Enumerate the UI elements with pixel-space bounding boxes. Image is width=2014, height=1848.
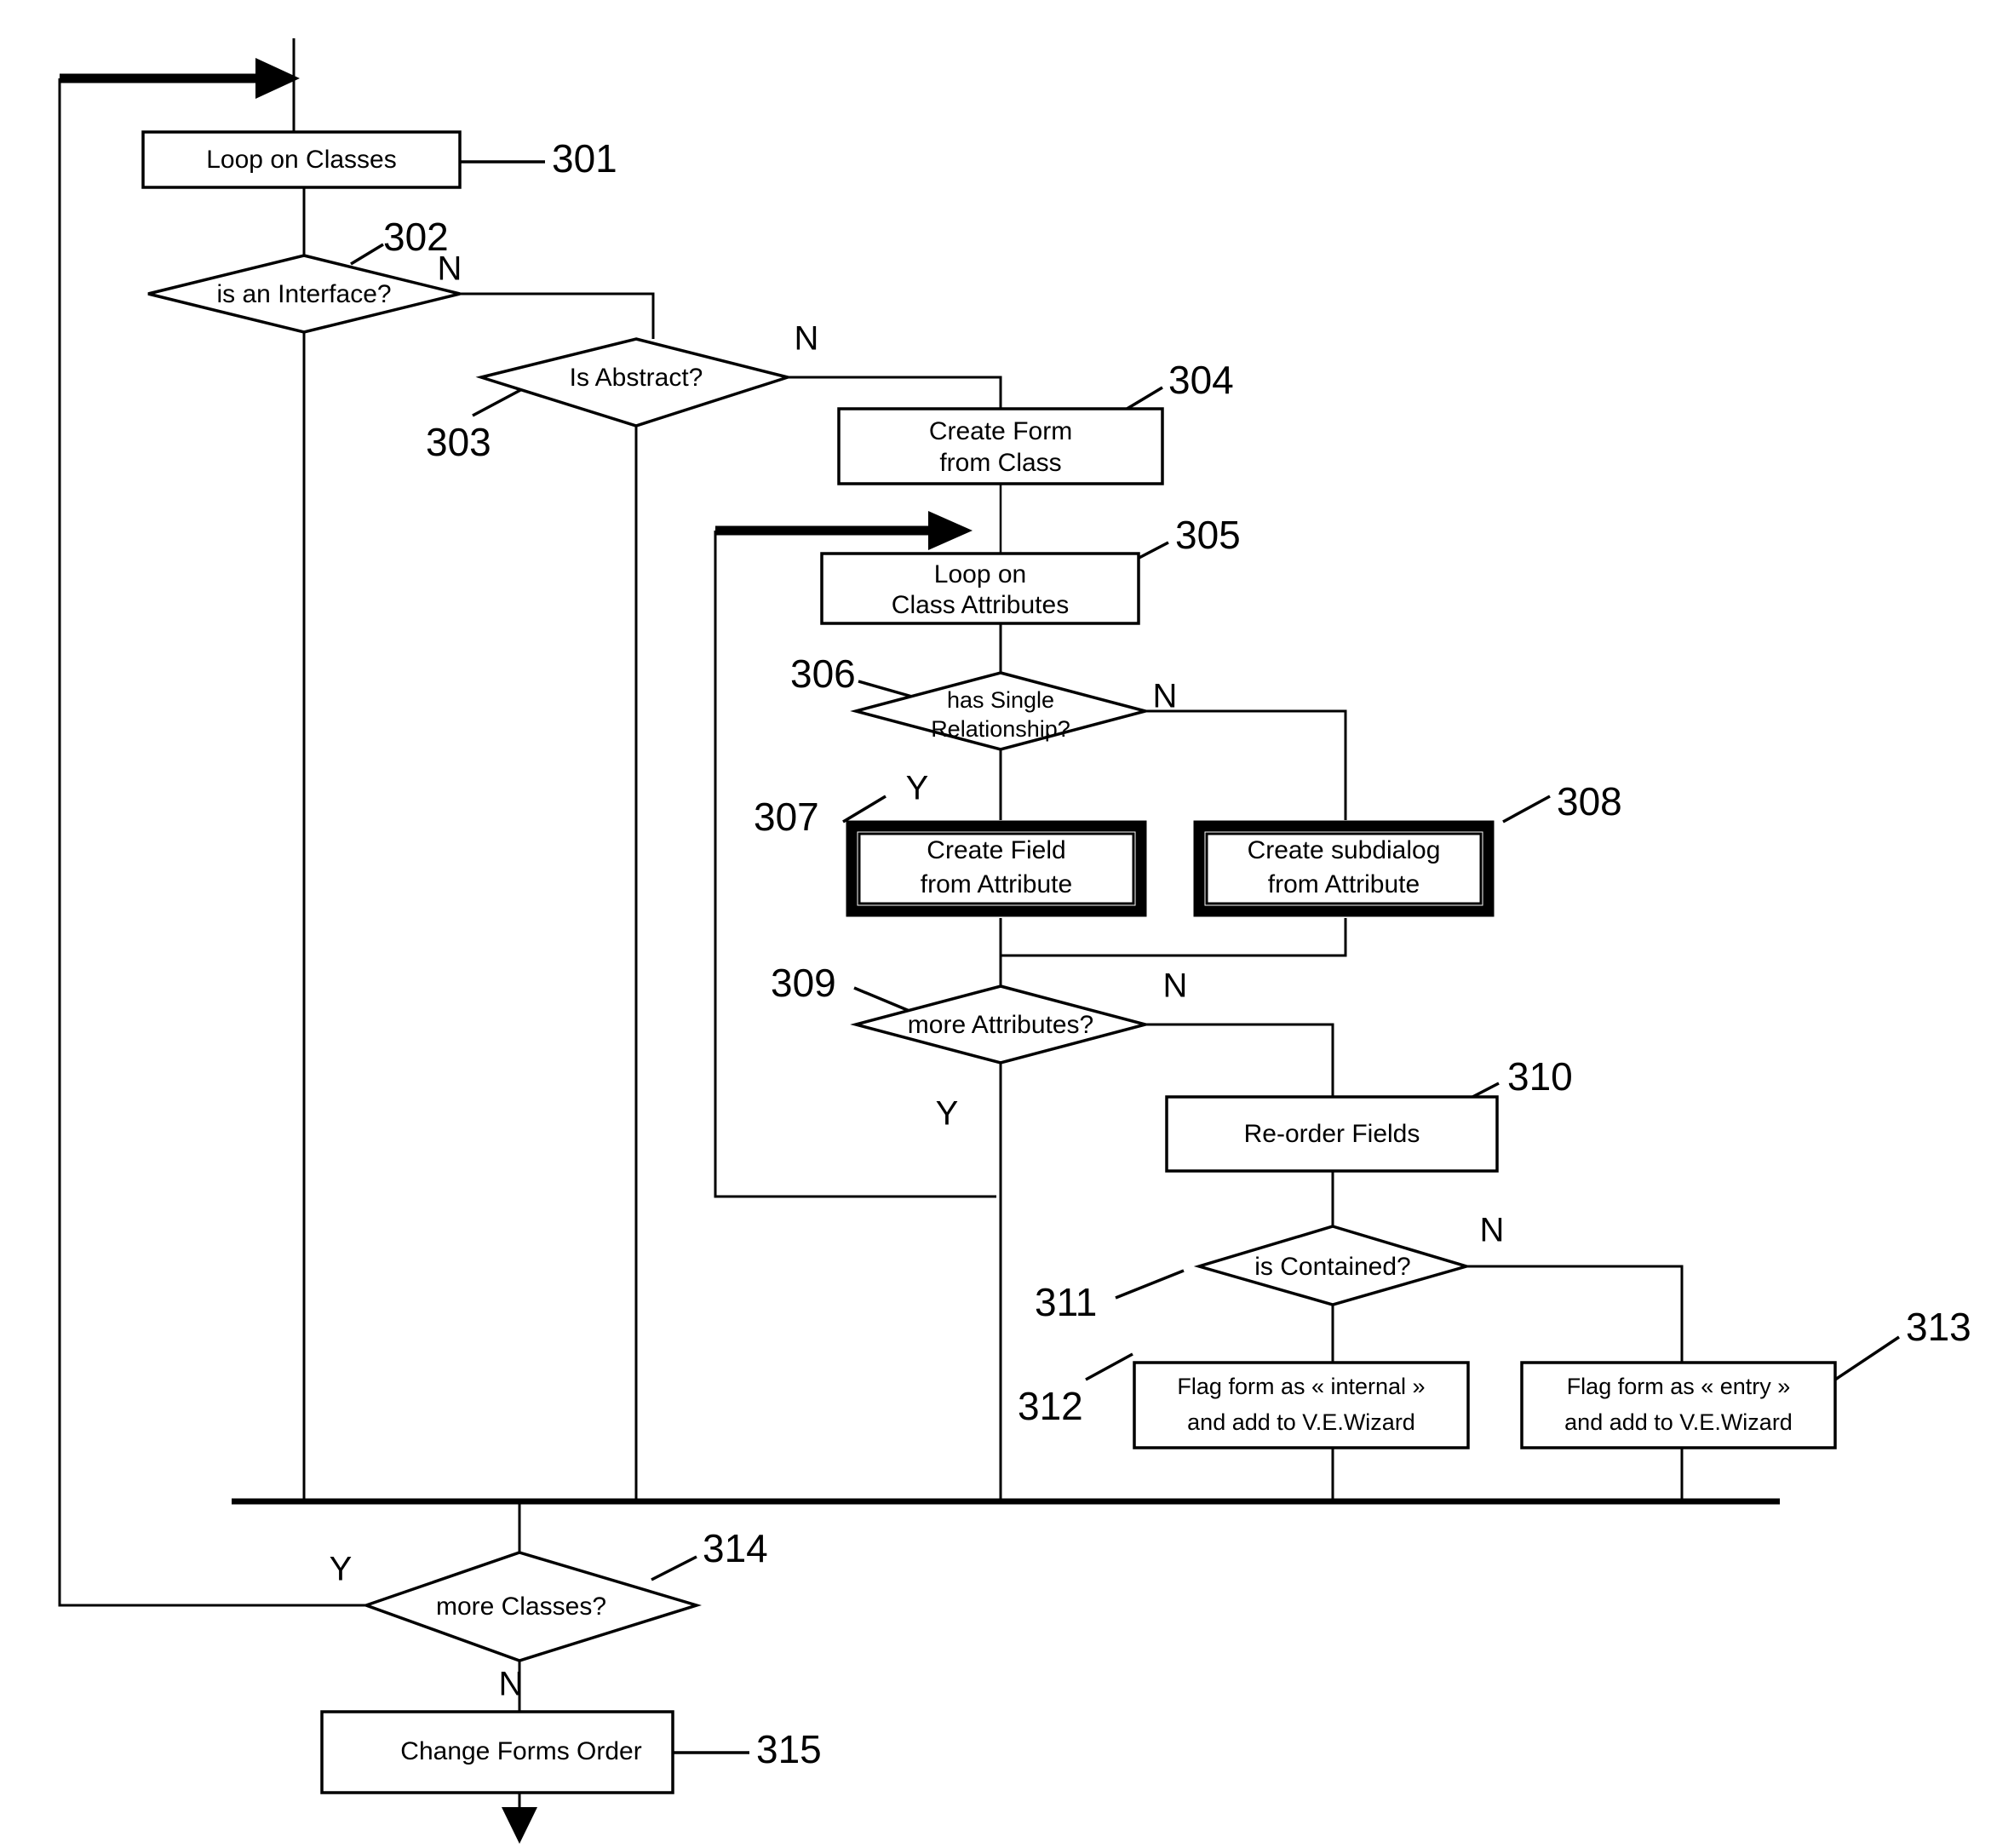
node-302[interactable]: is an Interface? [147, 254, 461, 334]
node-314-label: more Classes? [436, 1593, 606, 1621]
flowchart-svg: Loop on Classes is an Interface? Is Abst… [58, 38, 1971, 1844]
ref-307: 307 [754, 795, 819, 839]
node-311[interactable]: is Contained? [1193, 1225, 1472, 1306]
branch-303-n: N [795, 320, 819, 358]
ref-301: 301 [552, 136, 617, 181]
node-306[interactable]: has Single Relationship? [850, 671, 1151, 751]
flowchart-canvas: Loop on Classes is an Interface? Is Abst… [0, 0, 2014, 1848]
node-307-label-1: Create Field [927, 836, 1065, 864]
node-301[interactable]: Loop on Classes [141, 130, 462, 189]
node-307-label-2: from Attribute [921, 870, 1072, 898]
node-312[interactable]: Flag form as « internal » and add to V.E… [1133, 1361, 1470, 1449]
branch-314-n: N [499, 1666, 524, 1703]
node-309-label: more Attributes? [908, 1011, 1093, 1039]
node-309[interactable]: more Attributes? [850, 984, 1151, 1065]
branch-306-n: N [1153, 678, 1178, 715]
ref-306: 306 [790, 651, 856, 696]
branch-314-y: Y [330, 1551, 353, 1588]
node-305-label-1: Loop on [934, 560, 1026, 588]
node-303-label: Is Abstract? [570, 364, 703, 392]
ref-313: 313 [1906, 1305, 1971, 1349]
ref-304: 304 [1168, 358, 1234, 402]
ref-315: 315 [756, 1727, 822, 1771]
branch-311-n: N [1480, 1212, 1505, 1249]
leader-309 [853, 986, 916, 1015]
node-304-label-1: Create Form [929, 417, 1072, 445]
node-315-label: Change Forms Order [400, 1737, 641, 1765]
leader-304 [1123, 386, 1163, 412]
ref-310: 310 [1507, 1054, 1573, 1099]
node-308-label-2: from Attribute [1268, 870, 1420, 898]
ref-312: 312 [1018, 1384, 1083, 1428]
node-302-label: is an Interface? [216, 280, 391, 308]
node-313[interactable]: Flag form as « entry » and add to V.E.Wi… [1520, 1361, 1837, 1449]
node-312-label-2: and add to V.E.Wizard [1187, 1409, 1415, 1435]
branch-309-n: N [1163, 967, 1188, 1005]
leader-302 [350, 243, 384, 266]
leader-314 [651, 1555, 697, 1581]
ref-314: 314 [703, 1526, 768, 1570]
node-308[interactable]: Create subdialog from Attribute [1193, 820, 1495, 917]
node-308-label-1: Create subdialog [1248, 836, 1441, 864]
node-304-label-2: from Class [939, 449, 1061, 477]
ref-311: 311 [1035, 1280, 1097, 1324]
node-310-label: Re-order Fields [1244, 1120, 1420, 1148]
leader-311 [1115, 1269, 1185, 1300]
node-307[interactable]: Create Field from Attribute [846, 820, 1147, 917]
node-311-label: is Contained? [1254, 1253, 1410, 1281]
node-303[interactable]: Is Abstract? [475, 337, 794, 428]
node-306-label-2: Relationship? [931, 716, 1070, 742]
branch-309-y: Y [936, 1095, 959, 1133]
leader-303 [472, 387, 525, 417]
edge-309N-310 [1145, 1023, 1334, 1097]
leader-307 [842, 795, 887, 824]
ref-305: 305 [1175, 513, 1241, 557]
edge-303N-304 [788, 376, 1002, 409]
edge-306N-308 [1145, 709, 1347, 820]
ref-308: 308 [1557, 779, 1622, 824]
arrowhead-inner-loop [928, 511, 973, 550]
edge-311N-313 [1465, 1265, 1684, 1363]
ref-303: 303 [426, 420, 491, 464]
node-313-label-2: and add to V.E.Wizard [1564, 1409, 1793, 1435]
node-304[interactable]: Create Form from Class [837, 407, 1164, 485]
edge-308-join [1001, 918, 1347, 957]
node-313-label-1: Flag form as « entry » [1567, 1374, 1791, 1399]
branch-306-y: Y [906, 770, 929, 807]
arrowhead-exit [502, 1807, 537, 1844]
branch-302-n: N [438, 250, 462, 288]
node-314[interactable]: more Classes? [361, 1551, 702, 1662]
node-301-label: Loop on Classes [206, 146, 396, 174]
node-306-label-1: has Single [947, 687, 1054, 713]
leader-313 [1834, 1335, 1900, 1381]
edge-302N-303 [460, 292, 655, 339]
node-310[interactable]: Re-order Fields [1165, 1095, 1499, 1173]
node-305-label-2: Class Attributes [892, 591, 1069, 619]
ref-309: 309 [771, 961, 836, 1005]
leader-308 [1502, 795, 1551, 824]
node-312-label-1: Flag form as « internal » [1177, 1374, 1425, 1399]
leader-312 [1085, 1352, 1133, 1381]
node-315[interactable]: Change Forms Order [320, 1710, 674, 1794]
node-305[interactable]: Loop on Class Attributes [820, 552, 1140, 625]
